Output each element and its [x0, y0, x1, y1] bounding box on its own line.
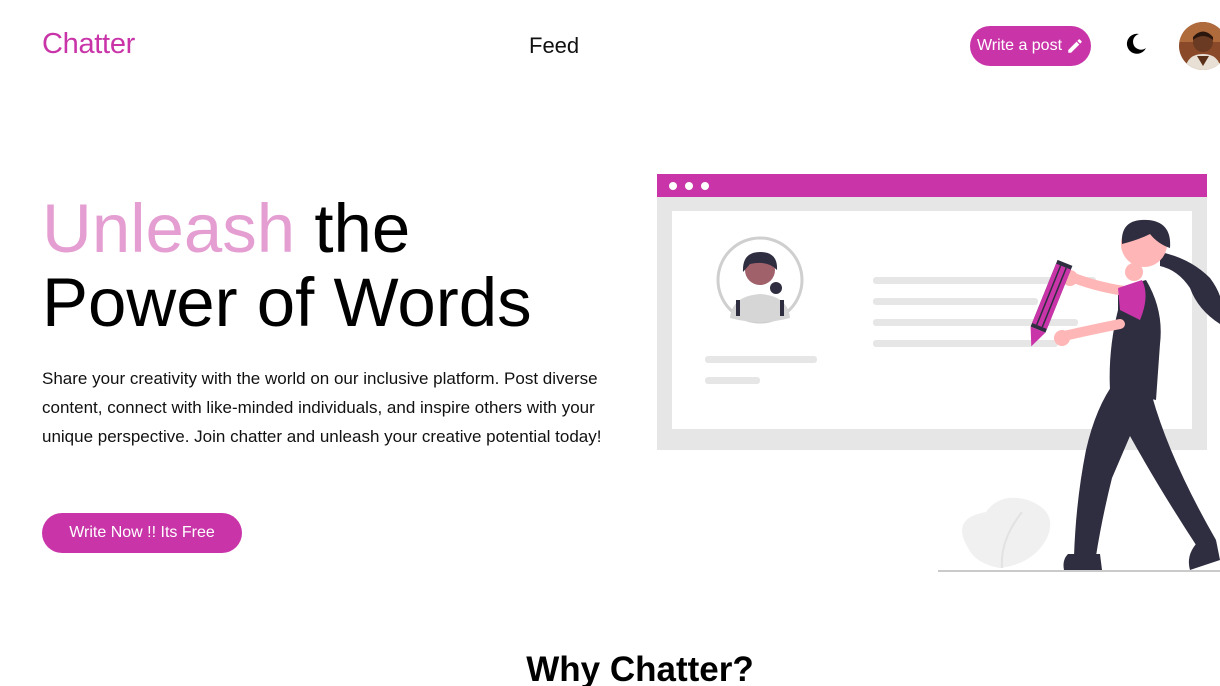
hero-description: Share your creativity with the world on …: [42, 369, 602, 446]
window-dot-2: [685, 182, 693, 190]
section-title-why-chatter: Why Chatter?: [526, 650, 754, 686]
hero-title-accent: Unleash: [42, 190, 296, 267]
browser-titlebar: [657, 174, 1207, 197]
hero-illustration: [657, 174, 1220, 572]
window-dot-3: [701, 182, 709, 190]
write-post-button[interactable]: Write a post: [970, 26, 1091, 66]
nav-feed-link[interactable]: Feed: [529, 33, 579, 59]
top-navbar: Chatter Feed Write a post: [0, 0, 1220, 92]
figure-shoe-right: [1188, 540, 1220, 570]
write-post-label: Write a post: [976, 37, 1063, 54]
leaf-shape: [962, 497, 1051, 568]
pencil-icon: [1068, 39, 1082, 53]
user-avatar[interactable]: [1179, 22, 1220, 70]
hero-title-line-2: Power of Words: [42, 264, 532, 341]
window-dot-1: [669, 182, 677, 190]
write-now-button[interactable]: Write Now !! Its Free: [42, 513, 242, 553]
figure-shoe-left: [1063, 554, 1102, 570]
hero-title-rest: the: [295, 190, 411, 267]
hero-title: Unleash the Power of Words: [42, 192, 642, 340]
moon-icon[interactable]: [1123, 31, 1149, 57]
logo[interactable]: Chatter: [42, 28, 135, 61]
